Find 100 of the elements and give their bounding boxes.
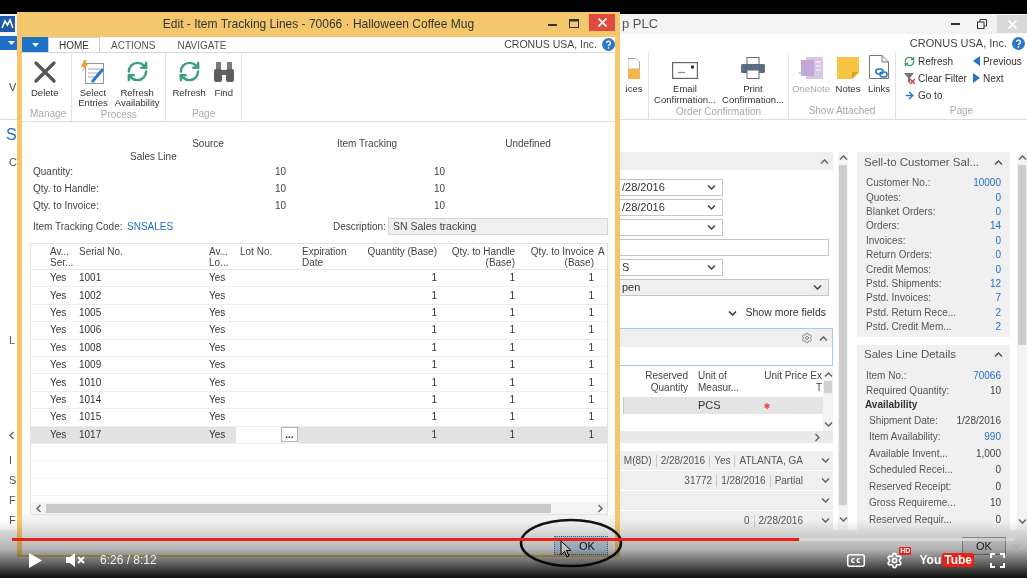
column-header[interactable]: A [598, 246, 605, 269]
column-header[interactable]: Lot No. [240, 246, 273, 269]
scrollbar-thumb[interactable] [46, 503, 551, 513]
progress-track[interactable] [12, 538, 1015, 541]
field-link[interactable]: 12 [989, 277, 1001, 290]
horizontal-scrollbar[interactable] [620, 431, 833, 443]
ribbon-button[interactable]: ices [623, 55, 645, 95]
ribbon-button[interactable]: Refresh Availability [113, 59, 161, 108]
ribbon-button[interactable]: Clear Filter [904, 70, 967, 86]
chevron-up-icon[interactable] [994, 159, 1003, 165]
ribbon-button[interactable]: Go to [904, 87, 967, 103]
chevron-up-icon[interactable] [994, 351, 1003, 357]
collapsed-section-bar[interactable]: 31772 1/28/2016 Partial [620, 471, 833, 490]
restore-icon[interactable] [977, 19, 987, 29]
field-link[interactable]: 0 [995, 205, 1001, 218]
item-tracking-code-link[interactable]: SNSALES [127, 220, 174, 233]
column-header[interactable]: Unit Price Ex T [764, 370, 822, 395]
column-header[interactable]: Av... Ser... [50, 246, 74, 269]
assist-edit-button[interactable]: ... [281, 427, 298, 443]
chevron-down-icon[interactable] [838, 517, 848, 522]
chevron-down-icon[interactable] [821, 478, 830, 483]
dropdown-field[interactable]: pen [620, 279, 829, 296]
ribbon-tab[interactable]: ACTIONS [100, 37, 167, 52]
field-link[interactable]: 10000 [973, 177, 1001, 190]
ribbon-button[interactable]: Find [211, 59, 236, 98]
gear-icon[interactable] [801, 332, 813, 344]
play-icon[interactable] [29, 552, 42, 568]
help-icon[interactable] [1012, 36, 1025, 50]
chevron-down-icon[interactable] [823, 422, 833, 427]
table-row[interactable]: Yes 1015 Yes 1 1 1 [31, 409, 607, 427]
muted-speaker-icon[interactable] [66, 552, 85, 568]
collapsed-section-bar[interactable]: 0 2/28/2016 [620, 511, 833, 530]
help-icon[interactable] [602, 38, 615, 51]
chevron-left-icon[interactable] [36, 503, 41, 513]
chevron-up-icon[interactable] [1017, 155, 1027, 160]
chevron-up-icon[interactable] [838, 155, 848, 160]
column-header[interactable]: Unit of Measur... [698, 370, 740, 395]
ribbon-button[interactable]: Refresh [171, 59, 207, 98]
column-header[interactable]: Qty. to Invoice (Base) [530, 246, 594, 269]
vertical-scrollbar[interactable] [838, 152, 848, 530]
field-link[interactable]: 0 [995, 191, 1001, 204]
scrollbar-thumb[interactable] [1018, 165, 1026, 345]
table-row[interactable]: PCS [620, 397, 823, 414]
ribbon-tab[interactable]: NAVIGATE [166, 37, 238, 52]
ok-button[interactable]: OK [962, 537, 1006, 555]
ribbon-button[interactable]: Print Confirmation... [721, 55, 785, 105]
text-field[interactable] [620, 239, 829, 256]
field-link[interactable]: 0 [995, 234, 1001, 247]
description-field[interactable]: SN Sales tracking [388, 218, 608, 235]
settings-icon[interactable] [886, 551, 904, 569]
chevron-up-icon[interactable] [819, 335, 828, 341]
ribbon-button[interactable]: Notes [833, 55, 863, 95]
field-link[interactable]: 0 [995, 249, 1001, 262]
chevron-up-icon[interactable] [823, 372, 833, 377]
field-link[interactable]: 70066 [973, 370, 1001, 383]
ribbon-button[interactable]: Select Entries [77, 59, 109, 108]
table-row[interactable]: Yes 1006 Yes 1 1 1 [31, 322, 607, 340]
column-header[interactable]: Expiration Date [302, 246, 347, 269]
ribbon-button[interactable]: Next [972, 70, 1022, 86]
ribbon-button[interactable]: Links [866, 55, 892, 95]
column-header[interactable]: Av... Lo... [209, 246, 229, 269]
menu-button[interactable] [22, 37, 48, 52]
ribbon-tab[interactable]: HOME [48, 37, 100, 52]
chevron-down-icon[interactable] [1017, 519, 1027, 524]
scrollbar-thumb[interactable] [824, 381, 832, 393]
ribbon-button[interactable]: Previous [972, 53, 1022, 69]
column-header[interactable]: Qty. to Handle (Base) [451, 246, 515, 269]
chevron-left-icon[interactable] [9, 431, 14, 440]
vertical-scrollbar[interactable] [823, 369, 833, 431]
menu-button[interactable] [0, 36, 17, 50]
show-more-fields-link[interactable]: Show more fields [728, 306, 826, 320]
table-row[interactable]: Yes 1001 Yes 1 1 1 [31, 270, 607, 288]
field-link[interactable]: 14 [989, 220, 1001, 233]
column-header[interactable]: Quantity (Base) [367, 246, 437, 269]
collapsed-section-bar[interactable]: M(8D) 2/28/2016 Yes ATLANTA, GA [620, 451, 833, 470]
chevron-right-icon[interactable] [815, 432, 820, 442]
vertical-scrollbar[interactable] [1017, 152, 1027, 530]
chevron-down-icon[interactable] [821, 518, 830, 523]
maximize-icon[interactable] [569, 19, 579, 28]
field-link[interactable]: 2 [995, 321, 1001, 334]
ribbon-button[interactable]: Refresh [904, 53, 967, 69]
chevron-down-icon[interactable] [821, 498, 830, 503]
ribbon-button[interactable]: Email Confirmation... [652, 55, 718, 105]
dropdown-field[interactable] [620, 219, 723, 236]
column-header[interactable]: Serial No. [79, 246, 123, 269]
scrollbar-thumb[interactable] [839, 165, 847, 505]
column-header[interactable]: Reserved Quantity [645, 370, 688, 395]
field-link[interactable]: 0 [995, 263, 1001, 276]
field-link[interactable]: 2 [995, 306, 1001, 319]
fullscreen-icon[interactable] [990, 552, 1005, 568]
dropdown-field[interactable]: /28/2016 [620, 199, 723, 216]
field-link[interactable]: 7 [995, 292, 1001, 305]
dropdown-field[interactable]: /28/2016 [620, 179, 723, 196]
chevron-up-icon[interactable] [820, 158, 829, 164]
close-button[interactable] [589, 14, 615, 31]
field-link[interactable]: 990 [984, 431, 1001, 444]
horizontal-scrollbar[interactable] [31, 502, 607, 514]
ribbon-button[interactable]: Delete [30, 59, 60, 98]
dropdown-field[interactable]: S [620, 259, 723, 276]
captions-icon[interactable] [847, 553, 866, 567]
